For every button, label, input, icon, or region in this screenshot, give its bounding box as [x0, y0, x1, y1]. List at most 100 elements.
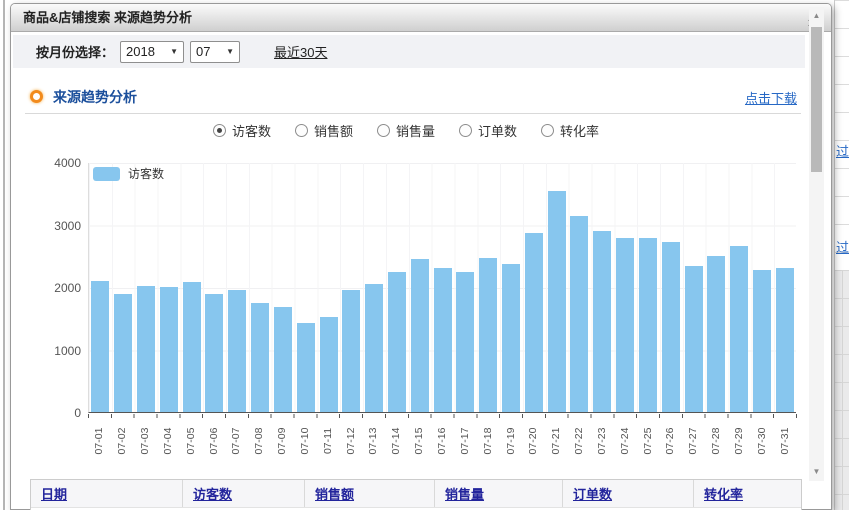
bar-slot	[386, 163, 409, 412]
background-cell-divider	[842, 270, 843, 510]
background-partial-link[interactable]: 过	[836, 237, 849, 256]
column-header-conversion[interactable]: 转化率	[694, 480, 801, 507]
column-header-orders[interactable]: 订单数	[563, 480, 694, 507]
radio-sales-amount[interactable]: 销售额	[295, 121, 353, 140]
x-axis-tick-label: 07-30	[756, 419, 768, 463]
y-axis-tick-label: 4000	[25, 156, 81, 170]
bar-slot	[272, 163, 295, 412]
bar	[479, 258, 497, 412]
x-axis-tick-label: 07-25	[642, 419, 654, 463]
x-axis-tick-label: 07-26	[664, 419, 676, 463]
bar-slot	[773, 163, 796, 412]
bar	[137, 286, 155, 412]
x-axis-tick-label: 07-15	[413, 419, 425, 463]
radio-button-icon[interactable]	[295, 124, 308, 137]
radio-orders[interactable]: 订单数	[459, 121, 517, 140]
background-page-strip: 过 过	[834, 0, 849, 510]
bar	[548, 191, 566, 412]
chevron-down-icon: ▼	[226, 47, 234, 56]
bar	[274, 307, 292, 412]
dialog-scrollbar[interactable]: ▲ ▼	[809, 7, 824, 481]
radio-sales-volume[interactable]: 销售量	[377, 121, 435, 140]
x-axis-tick-label: 07-22	[573, 419, 585, 463]
radio-label: 访客数	[232, 121, 271, 140]
bar-slot	[89, 163, 112, 412]
page-background: 过 过 商品&店铺搜索 来源趋势分析 ✖ 按月份选择： 2018 ▼ 07 ▼ …	[0, 0, 849, 510]
radio-button-icon[interactable]	[541, 124, 554, 137]
scroll-down-icon[interactable]: ▼	[809, 465, 824, 479]
dialog-title: 商品&店铺搜索 来源趋势分析	[11, 10, 192, 25]
x-axis-tick-label: 07-28	[710, 419, 722, 463]
bar	[456, 272, 474, 412]
metrics-table: 日期 访客数 销售额 销售量 订单数 转化率	[30, 479, 802, 510]
year-select-value: 2018	[126, 44, 155, 59]
bar-slot	[180, 163, 203, 412]
bar	[342, 290, 360, 413]
x-axis-tick-label: 07-03	[139, 419, 151, 463]
bar	[320, 317, 338, 412]
month-select[interactable]: 07 ▼	[190, 41, 240, 63]
x-axis-tick-label: 07-17	[459, 419, 471, 463]
scroll-up-icon[interactable]: ▲	[809, 9, 824, 23]
bar	[707, 256, 725, 412]
x-axis-tick-label: 07-02	[116, 419, 128, 463]
bar	[502, 264, 520, 412]
trend-analysis-dialog: 商品&店铺搜索 来源趋势分析 ✖ 按月份选择： 2018 ▼ 07 ▼ 最近30…	[10, 3, 832, 510]
x-axis-tick-label: 07-27	[687, 419, 699, 463]
section-title: 来源趋势分析	[53, 87, 137, 107]
y-axis-tick-label: 1000	[25, 344, 81, 358]
column-header-sales-volume[interactable]: 销售量	[435, 480, 563, 507]
x-axis-tick-label: 07-20	[527, 419, 539, 463]
y-axis-tick-label: 3000	[25, 219, 81, 233]
orange-bullet-icon	[30, 90, 43, 103]
background-partial-link[interactable]: 过	[836, 141, 849, 160]
bar-slot	[157, 163, 180, 412]
bar-slot	[682, 163, 705, 412]
bar	[434, 268, 452, 412]
scrollbar-thumb[interactable]	[811, 27, 822, 172]
chevron-down-icon: ▼	[170, 47, 178, 56]
bar-slot	[614, 163, 637, 412]
x-axis-tick-label: 07-23	[596, 419, 608, 463]
radio-button-icon[interactable]	[377, 124, 390, 137]
bar	[662, 242, 680, 412]
bar	[776, 268, 794, 412]
download-link[interactable]: 点击下载	[745, 88, 797, 107]
dialog-titlebar[interactable]: 商品&店铺搜索 来源趋势分析 ✖	[11, 4, 831, 32]
x-axis-tick-label: 07-13	[367, 419, 379, 463]
x-axis-tick-label: 07-04	[162, 419, 174, 463]
bar	[730, 246, 748, 412]
bar	[753, 270, 771, 413]
radio-label: 订单数	[478, 121, 517, 140]
bar	[91, 281, 109, 412]
plot-area	[88, 163, 796, 413]
bar-slot	[249, 163, 272, 412]
radio-visitors[interactable]: 访客数	[213, 121, 271, 140]
recent-30-days-link[interactable]: 最近30天	[274, 42, 327, 61]
x-axis-tick-label: 07-09	[276, 419, 288, 463]
bar-slot	[477, 163, 500, 412]
bar-slot	[705, 163, 728, 412]
radio-button-icon[interactable]	[459, 124, 472, 137]
month-filter-bar: 按月份选择： 2018 ▼ 07 ▼ 最近30天	[13, 35, 805, 68]
x-axis-tick-label: 07-08	[253, 419, 265, 463]
x-axis-tick-label: 07-19	[505, 419, 517, 463]
radio-button-icon[interactable]	[213, 124, 226, 137]
bar	[205, 294, 223, 412]
bar-slot	[637, 163, 660, 412]
page-left-border	[3, 0, 5, 510]
bar	[388, 272, 406, 412]
bar	[365, 284, 383, 412]
y-axis-tick-label: 0	[25, 406, 81, 420]
radio-label: 销售额	[314, 121, 353, 140]
x-axis-tick-label: 07-21	[550, 419, 562, 463]
bar	[616, 238, 634, 412]
year-select[interactable]: 2018 ▼	[120, 41, 184, 63]
radio-conversion-rate[interactable]: 转化率	[541, 121, 599, 140]
x-axis-tick-label: 07-01	[93, 419, 105, 463]
column-header-visitors[interactable]: 访客数	[183, 480, 305, 507]
column-header-sales-amount[interactable]: 销售额	[305, 480, 435, 507]
month-filter-label: 按月份选择：	[36, 42, 114, 61]
bar-slot	[568, 163, 591, 412]
column-header-date[interactable]: 日期	[31, 480, 183, 507]
